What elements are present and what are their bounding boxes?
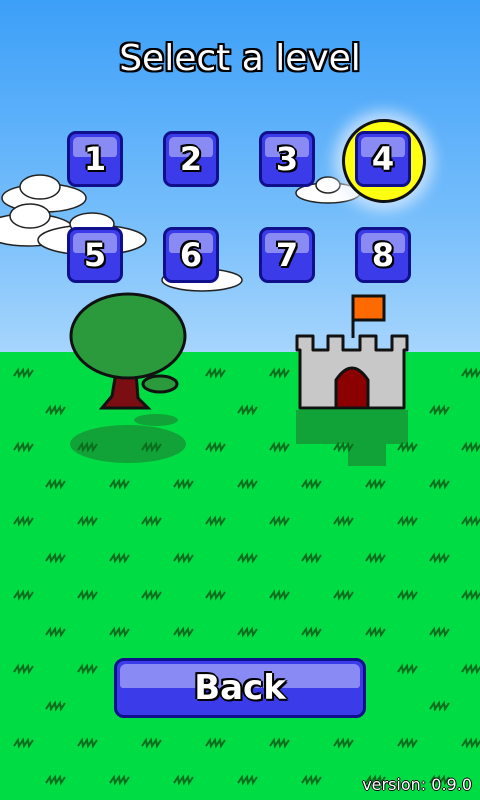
grass-tuft-icon bbox=[109, 478, 130, 490]
grass-tuft-icon bbox=[141, 737, 162, 749]
grass-tuft-icon bbox=[397, 589, 418, 601]
back-button[interactable]: Back bbox=[114, 658, 366, 718]
grass-tuft-icon bbox=[77, 663, 98, 675]
grass-tuft-icon bbox=[301, 552, 322, 564]
grass-tuft-icon bbox=[237, 478, 258, 490]
grass-tuft-icon bbox=[397, 441, 418, 453]
grass-tuft-icon bbox=[461, 589, 480, 601]
grass-tuft-icon bbox=[301, 774, 322, 786]
castle-icon bbox=[295, 294, 409, 410]
grass-tuft-icon bbox=[429, 552, 450, 564]
level-button-2[interactable]: 2 bbox=[163, 131, 219, 187]
grass-tuft-icon bbox=[13, 441, 34, 453]
grass-tuft-icon bbox=[269, 441, 290, 453]
level-button-5[interactable]: 5 bbox=[67, 227, 123, 283]
grass-tuft-icon bbox=[333, 589, 354, 601]
level-button-label: 5 bbox=[83, 236, 107, 274]
grass-tuft-icon bbox=[301, 478, 322, 490]
grass-tuft-icon bbox=[77, 515, 98, 527]
grass-tuft-icon bbox=[269, 367, 290, 379]
grass-tuft-icon bbox=[13, 515, 34, 527]
grass-tuft-icon bbox=[397, 515, 418, 527]
grass-tuft-icon bbox=[77, 589, 98, 601]
grass-tuft-icon bbox=[429, 626, 450, 638]
grass-tuft-icon bbox=[173, 774, 194, 786]
grass-tuft-icon bbox=[45, 478, 66, 490]
grass-tuft-icon bbox=[77, 737, 98, 749]
level-button-label: 8 bbox=[371, 236, 395, 274]
grass-tuft-icon bbox=[45, 404, 66, 416]
version-label: version: 0.9.0 bbox=[362, 775, 472, 794]
grass-tuft-icon bbox=[269, 737, 290, 749]
grass-tuft-icon bbox=[365, 478, 386, 490]
grass-tuft-icon bbox=[45, 552, 66, 564]
grass-tuft-icon bbox=[205, 515, 226, 527]
grass-tuft-icon bbox=[461, 367, 480, 379]
grass-tuft-icon bbox=[429, 700, 450, 712]
grass-tuft-icon bbox=[397, 663, 418, 675]
grass-tuft-icon bbox=[205, 367, 226, 379]
grass-tuft-icon bbox=[429, 404, 450, 416]
grass-tuft-icon bbox=[109, 552, 130, 564]
grass-tuft-icon bbox=[109, 626, 130, 638]
grass-tuft-icon bbox=[237, 404, 258, 416]
tree-shadow-small bbox=[134, 414, 178, 426]
grass-tuft-icon bbox=[365, 552, 386, 564]
grass-tuft-icon bbox=[429, 478, 450, 490]
castle-shadow bbox=[296, 410, 408, 466]
level-button-3[interactable]: 3 bbox=[259, 131, 315, 187]
grass-tuft-icon bbox=[45, 626, 66, 638]
level-button-label: 6 bbox=[179, 236, 203, 274]
grass-tuft-icon bbox=[13, 663, 34, 675]
grass-tuft-icon bbox=[13, 737, 34, 749]
page-title: Select a level bbox=[119, 38, 361, 79]
level-button-7[interactable]: 7 bbox=[259, 227, 315, 283]
level-button-label: 2 bbox=[179, 140, 203, 178]
grass-tuft-icon bbox=[205, 441, 226, 453]
level-button-4[interactable]: 4 bbox=[355, 131, 411, 187]
grass-tuft-icon bbox=[205, 589, 226, 601]
back-button-label: Back bbox=[194, 668, 286, 708]
grass-tuft-icon bbox=[109, 774, 130, 786]
grass-tuft-icon bbox=[237, 552, 258, 564]
grass-tuft-icon bbox=[333, 737, 354, 749]
grass-tuft-icon bbox=[461, 663, 480, 675]
grass-tuft-icon bbox=[269, 515, 290, 527]
grass-tuft-icon bbox=[45, 700, 66, 712]
grass-tuft-icon bbox=[237, 774, 258, 786]
level-button-label: 4 bbox=[371, 140, 395, 178]
grass-tuft-icon bbox=[173, 626, 194, 638]
level-button-label: 7 bbox=[275, 236, 299, 274]
grass-tuft-icon bbox=[237, 626, 258, 638]
tree-icon bbox=[69, 292, 187, 410]
grass-tuft-icon bbox=[141, 515, 162, 527]
level-button-label: 1 bbox=[83, 140, 107, 178]
grass-tuft-icon bbox=[205, 737, 226, 749]
grass-tuft-icon bbox=[173, 552, 194, 564]
level-button-8[interactable]: 8 bbox=[355, 227, 411, 283]
grass-tuft-icon bbox=[365, 626, 386, 638]
level-button-label: 3 bbox=[275, 140, 299, 178]
grass-tuft-icon bbox=[333, 515, 354, 527]
grass-tuft-icon bbox=[461, 441, 480, 453]
grass-tuft-icon bbox=[397, 737, 418, 749]
grass-tuft-icon bbox=[13, 589, 34, 601]
grass-tuft-icon bbox=[461, 737, 480, 749]
grass-tuft-icon bbox=[13, 367, 34, 379]
grass-tuft-icon bbox=[45, 774, 66, 786]
grass-tuft-icon bbox=[269, 589, 290, 601]
level-button-6[interactable]: 6 bbox=[163, 227, 219, 283]
level-button-1[interactable]: 1 bbox=[67, 131, 123, 187]
grass-tuft-icon bbox=[173, 478, 194, 490]
grass-tuft-icon bbox=[301, 626, 322, 638]
grass-tuft-icon bbox=[461, 515, 480, 527]
grass-tuft-icon bbox=[141, 589, 162, 601]
